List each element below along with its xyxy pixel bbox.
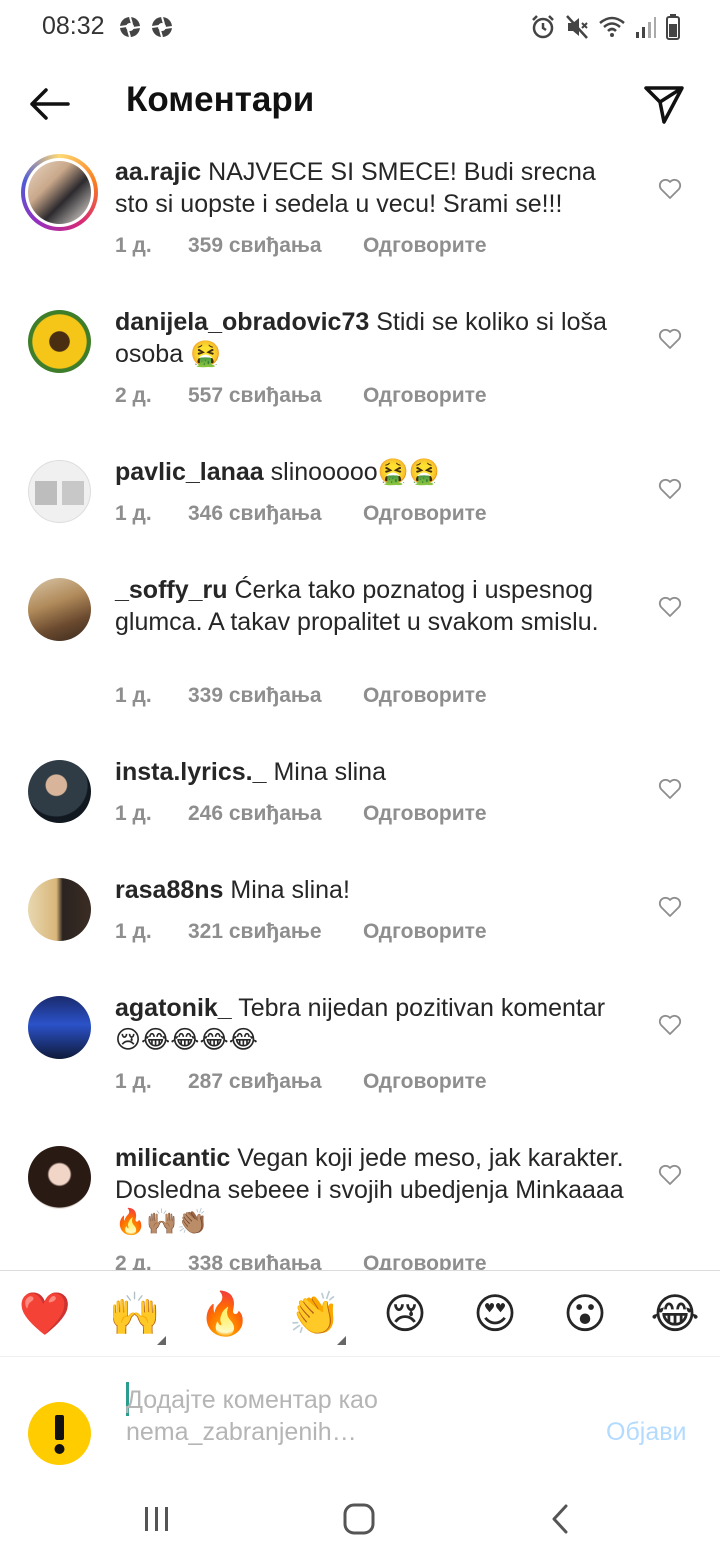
emoji-fire[interactable]: 🔥 — [197, 1290, 253, 1338]
comment-likes[interactable]: 346 свиђања — [188, 502, 322, 526]
emoji-heart[interactable]: ❤️ — [17, 1290, 73, 1338]
comment-username[interactable]: milicantic — [115, 1144, 230, 1172]
comment-username[interactable]: agatonik_ — [115, 994, 232, 1022]
header: Коментари — [0, 70, 720, 136]
aperture-icon — [151, 16, 173, 38]
wifi-icon — [599, 16, 625, 37]
avatar[interactable] — [21, 154, 98, 231]
heart-icon[interactable] — [658, 778, 682, 800]
comment-time: 1 д. — [115, 502, 152, 525]
reply-button[interactable]: Одговорите — [363, 1252, 487, 1270]
heart-icon[interactable] — [658, 896, 682, 918]
quick-reaction-bar: ❤️ 🙌 🔥 👏 😢 😍 😮 😂 — [0, 1272, 720, 1356]
comment-username[interactable]: pavlic_lanaa — [115, 458, 264, 486]
comment-time: 1 д. — [115, 234, 152, 257]
recent-apps-icon[interactable] — [142, 1504, 172, 1534]
comment-body: slinooooo🤮🤮 — [270, 458, 440, 486]
divider — [0, 1270, 720, 1271]
heart-icon[interactable] — [658, 178, 682, 200]
reply-button[interactable]: Одговорите — [363, 1070, 487, 1094]
heart-icon[interactable] — [658, 1014, 682, 1036]
status-notification-icons — [118, 15, 174, 39]
status-time: 08:32 — [42, 12, 105, 40]
heart-icon[interactable] — [658, 478, 682, 500]
share-button[interactable] — [642, 82, 686, 126]
comment-likes[interactable]: 287 свиђања — [188, 1070, 322, 1094]
aperture-icon — [119, 16, 141, 38]
reply-button[interactable]: Одговорите — [363, 384, 487, 408]
comment-text: danijela_obradovic73 Stidi se koliko si … — [115, 306, 635, 370]
divider — [0, 1356, 720, 1357]
status-bar: 08:32 — [0, 0, 720, 56]
arrow-left-icon — [30, 88, 70, 120]
signal-icon — [636, 17, 656, 38]
reply-button[interactable]: Одговорите — [363, 920, 487, 944]
comments-list[interactable]: aa.rajic NAJVECE SI SMECE! Budi srecna s… — [0, 150, 720, 1270]
avatar[interactable] — [28, 996, 91, 1059]
comment-text: pavlic_lanaa slinooooo🤮🤮 — [115, 456, 635, 488]
back-nav-icon[interactable] — [548, 1502, 572, 1536]
comment-text: milicantic Vegan koji jede meso, jak kar… — [115, 1142, 635, 1238]
comment-time: 1 д. — [115, 1070, 152, 1093]
heart-icon[interactable] — [658, 328, 682, 350]
avatar — [28, 1402, 91, 1465]
reply-button[interactable]: Одговорите — [363, 684, 487, 708]
reply-button[interactable]: Одговорите — [363, 802, 487, 826]
comment-likes[interactable]: 359 свиђања — [188, 234, 322, 258]
battery-icon — [666, 14, 680, 40]
reply-button[interactable]: Одговорите — [363, 234, 487, 258]
avatar[interactable] — [28, 878, 91, 941]
exclamation-icon — [54, 1415, 65, 1454]
skin-tone-indicator — [337, 1336, 346, 1345]
avatar[interactable] — [28, 578, 91, 641]
comment-time: 1 д. — [115, 802, 152, 825]
avatar[interactable] — [28, 310, 91, 373]
comment-username[interactable]: rasa88ns — [115, 876, 223, 904]
page-title: Коментари — [126, 80, 315, 119]
heart-icon[interactable] — [658, 596, 682, 618]
back-button[interactable] — [26, 84, 72, 124]
comment-input[interactable]: Додајте коментар као nema_zabranjenih… — [126, 1384, 526, 1448]
emoji-surprised[interactable]: 😮 — [557, 1290, 613, 1338]
mute-icon — [566, 15, 588, 39]
comment-body: Mina slina! — [230, 876, 350, 904]
paper-plane-icon — [644, 86, 684, 124]
emoji-raised-hands[interactable]: 🙌 — [107, 1290, 163, 1338]
avatar[interactable] — [28, 1146, 91, 1209]
system-navigation-bar — [0, 1480, 720, 1560]
status-system-icons — [530, 14, 680, 40]
comment-time: 1 д. — [115, 684, 152, 707]
comment-text: agatonik_ Tebra nijedan pozitivan koment… — [115, 992, 635, 1056]
reply-button[interactable]: Одговорите — [363, 502, 487, 526]
comment-likes[interactable]: 246 свиђања — [188, 802, 322, 826]
comment-likes[interactable]: 339 свиђања — [188, 684, 322, 708]
comment-time: 1 д. — [115, 920, 152, 943]
alarm-icon — [532, 15, 554, 39]
comment-composer: Додајте коментар као nema_zabranjenih… О… — [0, 1360, 720, 1480]
comment-text: insta.lyrics._ Mina slina — [115, 756, 635, 788]
emoji-clapping[interactable]: 👏 — [287, 1290, 343, 1338]
comment-username[interactable]: _soffy_ru — [115, 576, 228, 604]
comment-time: 2 д. — [115, 384, 152, 407]
comment-body: Mina slina — [273, 758, 386, 786]
comment-text: rasa88ns Mina slina! — [115, 874, 635, 906]
comment-likes[interactable]: 557 свиђања — [188, 384, 322, 408]
emoji-laughing[interactable]: 😂 — [647, 1290, 703, 1338]
comment-likes[interactable]: 321 свиђање — [188, 920, 322, 944]
comment-time: 2 д. — [115, 1252, 152, 1270]
heart-icon[interactable] — [658, 1164, 682, 1186]
emoji-crying[interactable]: 😢 — [377, 1290, 433, 1338]
avatar[interactable] — [28, 760, 91, 823]
comment-username[interactable]: danijela_obradovic73 — [115, 308, 369, 336]
comment-text: _soffy_ru Ćerka tako poznatog i uspesnog… — [115, 574, 635, 638]
comment-likes[interactable]: 338 свиђања — [188, 1252, 322, 1270]
comment-username[interactable]: insta.lyrics._ — [115, 758, 266, 786]
comment-text: aa.rajic NAJVECE SI SMECE! Budi srecna s… — [115, 156, 635, 220]
skin-tone-indicator — [157, 1336, 166, 1345]
emoji-heart-eyes[interactable]: 😍 — [467, 1290, 523, 1338]
home-icon[interactable] — [342, 1502, 376, 1536]
comment-username[interactable]: aa.rajic — [115, 158, 201, 186]
avatar[interactable] — [28, 460, 91, 523]
post-button[interactable]: Објави — [606, 1418, 686, 1447]
